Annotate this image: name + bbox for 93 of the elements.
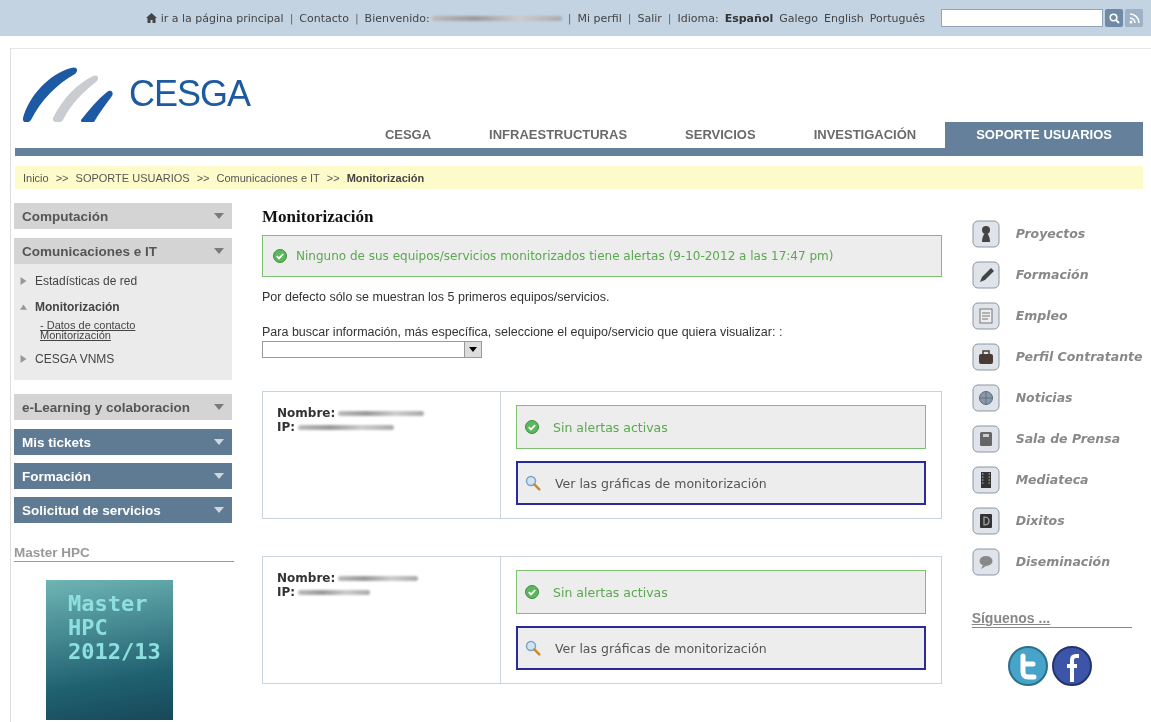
language-link[interactable]: Galego [779, 11, 819, 25]
jobs-icon [971, 301, 1000, 330]
social-network-icon[interactable] [1051, 646, 1092, 686]
breadcrumb-link[interactable]: Inicio [23, 171, 49, 184]
bird-social-icon[interactable] [1007, 646, 1048, 686]
name-label: Nombre: [277, 571, 336, 585]
magnifier-icon [525, 640, 541, 656]
training-icon [971, 260, 1000, 289]
section-heading: Síguenos ... [971, 610, 1132, 628]
side-link[interactable]: Empleo [971, 295, 1151, 336]
nav-tab[interactable]: SERVICIOS [656, 122, 785, 148]
sidebar-section[interactable]: Mis tickets [14, 429, 232, 455]
separator: | [667, 11, 672, 25]
welcome-text: Bienvenido: [364, 11, 430, 25]
ip-label: IP: [277, 585, 296, 599]
projects-icon [971, 219, 1000, 248]
side-link[interactable]: Sala de Prensa [971, 418, 1151, 459]
section-heading: Master HPC [14, 545, 234, 562]
news-icon [971, 383, 1000, 412]
name-label: Nombre: [277, 406, 336, 420]
select-label: Para buscar información, más específica, seleccione el equipo/servicio que quiera visualizar: : [262, 325, 784, 339]
side-link[interactable]: Formación [971, 254, 1151, 295]
sidebar-section[interactable]: Solicitud de servicios [14, 497, 232, 523]
page-title: Monitorización [262, 207, 375, 227]
side-link[interactable]: Perfil Contratante [971, 336, 1151, 377]
search-field[interactable] [941, 9, 1103, 27]
dropdown-arrow-icon [214, 439, 224, 445]
dropdown-arrow-icon [214, 473, 224, 479]
breadcrumb-separator: >> [196, 171, 210, 184]
submenu-link[interactable]: - Datos de contacto Monitorización [40, 320, 170, 340]
submenu-item[interactable]: Monitorización [14, 294, 232, 320]
sidebar-section[interactable]: Computación [14, 203, 232, 229]
ip-label: IP: [277, 420, 296, 434]
dropdown-arrow-icon [214, 248, 224, 254]
media-icon [971, 465, 1000, 494]
sidebar-section[interactable]: e-Learning y colaboracion [14, 394, 232, 420]
language-link[interactable]: English [824, 11, 864, 25]
side-link[interactable]: Dixitos [971, 500, 1151, 541]
breadcrumb-separator: >> [326, 171, 340, 184]
nav-tab[interactable]: CESGA [355, 122, 461, 148]
language-label: Idioma: [677, 11, 719, 25]
side-link[interactable]: Mediateca [971, 459, 1151, 500]
language-link[interactable]: Português [869, 11, 925, 25]
triangle-right-icon [20, 277, 27, 285]
submenu-item[interactable]: Estadísticas de red [14, 268, 232, 294]
check-circle-icon [525, 420, 539, 434]
top-link[interactable]: Salir [637, 11, 662, 25]
dropdown-arrow-icon [214, 507, 224, 513]
dropdown-arrow-icon [214, 213, 224, 219]
submenu-item[interactable]: CESGA VNMS [14, 346, 232, 372]
separator: | [354, 11, 359, 25]
triangle-right-icon [20, 355, 27, 363]
breadcrumb-link[interactable]: SOPORTE USUARIOS [75, 171, 190, 184]
top-link[interactable]: Contacto [299, 11, 349, 25]
check-circle-icon [525, 585, 539, 599]
info-text: Por defecto sólo se muestran los 5 primeros equipos/servicios. [262, 290, 611, 304]
status-text: Sin alertas activas [553, 419, 668, 435]
dropdown-arrow-icon [469, 347, 477, 352]
side-link[interactable]: Noticias [971, 377, 1151, 418]
nav-tab[interactable]: SOPORTE USUARIOS [945, 122, 1143, 148]
separator: | [567, 11, 572, 25]
alert-text: Ninguno de sus equipos/servicios monitorizados tiene alertas (9-10-2012 a las 17:47 pm) [296, 249, 834, 263]
breadcrumb-separator: >> [55, 171, 69, 184]
rss-button[interactable] [1125, 9, 1143, 27]
contractor-icon [971, 342, 1000, 371]
triangle-up-icon [20, 303, 27, 311]
search-button[interactable] [1105, 9, 1123, 27]
dixitos-icon [971, 506, 1000, 535]
side-link[interactable]: Diseminación [971, 541, 1151, 582]
top-link[interactable]: Mi perfil [577, 11, 622, 25]
press-icon [971, 424, 1000, 453]
separator: | [627, 11, 632, 25]
logo-text: CESGA [129, 72, 251, 115]
side-link[interactable]: Proyectos [971, 213, 1151, 254]
graphs-link[interactable]: Ver las gráficas de monitorización [516, 461, 926, 505]
device-select[interactable] [262, 341, 482, 358]
magnifier-icon [525, 475, 541, 491]
nav-tab[interactable]: INVESTIGACIÓN [784, 122, 946, 148]
graphs-link[interactable]: Ver las gráficas de monitorización [516, 626, 926, 670]
sidebar-section[interactable]: Formación [14, 463, 232, 489]
breadcrumb-link[interactable]: Monitorización [346, 171, 425, 184]
separator: | [289, 11, 294, 25]
breadcrumb-link[interactable]: Comunicaciones e IT [216, 171, 320, 184]
check-circle-icon [273, 249, 287, 263]
promo-banner[interactable]: Master HPC 2012/13 [46, 580, 173, 720]
top-link[interactable]: ir a la página principal [160, 11, 284, 25]
nav-tab[interactable]: INFRAESTRUCTURAS [460, 122, 657, 148]
status-text: Sin alertas activas [553, 584, 668, 600]
dissemination-icon [971, 547, 1000, 576]
dropdown-arrow-icon [214, 404, 224, 410]
sidebar-section[interactable]: Comunicaciones e IT [14, 238, 232, 264]
home-icon [145, 13, 157, 23]
language-link[interactable]: Español [724, 11, 774, 25]
